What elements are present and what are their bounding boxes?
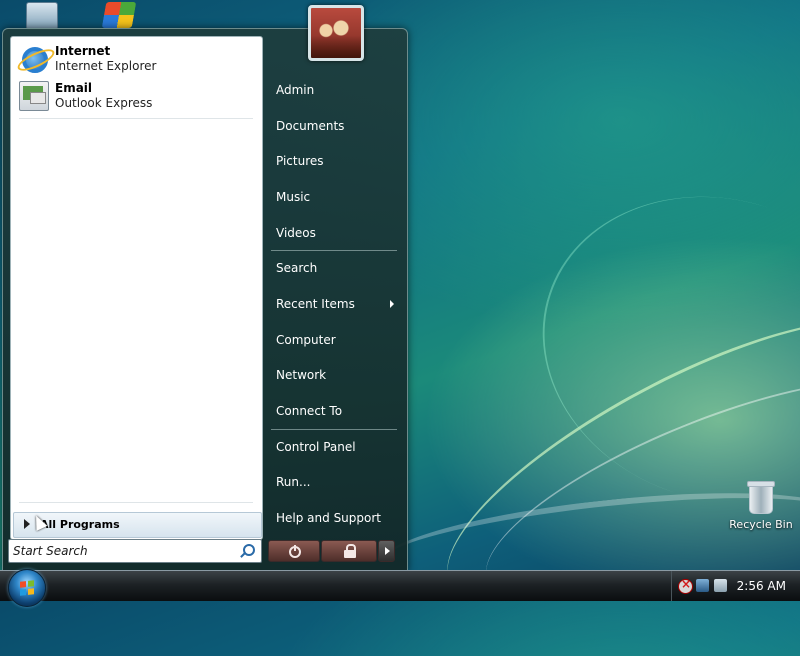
menu-item-pictures[interactable]: Pictures bbox=[270, 144, 398, 178]
menu-item-recent-items[interactable]: Recent Items bbox=[270, 287, 398, 321]
desktop-shortcut-icon[interactable] bbox=[26, 2, 58, 30]
pinned-item-title: Email bbox=[55, 81, 93, 95]
outlook-express-icon bbox=[19, 81, 49, 111]
lock-icon bbox=[344, 544, 356, 558]
menu-item-run[interactable]: Run... bbox=[270, 465, 398, 499]
menu-item-admin[interactable]: Admin bbox=[270, 73, 398, 107]
menu-item-network[interactable]: Network bbox=[270, 358, 398, 392]
start-search-box[interactable] bbox=[8, 539, 262, 563]
pinned-item-title: Internet bbox=[55, 44, 111, 58]
windows-flag-icon bbox=[20, 580, 34, 596]
menu-item-help-and-support[interactable]: Help and Support bbox=[270, 501, 398, 535]
menu-item-search[interactable]: Search bbox=[270, 251, 398, 285]
search-icon[interactable] bbox=[243, 544, 255, 556]
pinned-item-subtitle: Outlook Express bbox=[55, 96, 153, 110]
pinned-item-email[interactable]: Email Outlook Express bbox=[15, 78, 255, 112]
menu-item-videos[interactable]: Videos bbox=[270, 216, 398, 250]
menu-item-music[interactable]: Music bbox=[270, 180, 398, 214]
menu-item-computer[interactable]: Computer bbox=[270, 323, 398, 357]
system-tray: 2:56 AM bbox=[671, 571, 800, 601]
shutdown-options-button[interactable] bbox=[378, 540, 395, 562]
pinned-item-internet[interactable]: Internet Internet Explorer bbox=[15, 41, 255, 75]
network-icon[interactable] bbox=[696, 579, 709, 592]
start-search-input[interactable] bbox=[11, 541, 237, 561]
recycle-bin-icon bbox=[747, 481, 775, 514]
internet-explorer-icon bbox=[22, 47, 48, 73]
power-icon bbox=[289, 545, 301, 558]
all-programs-button[interactable]: All Programs bbox=[13, 512, 262, 538]
power-buttons bbox=[268, 540, 395, 562]
power-button[interactable] bbox=[268, 540, 320, 562]
recycle-bin[interactable]: Recycle Bin bbox=[726, 481, 796, 531]
pinned-item-subtitle: Internet Explorer bbox=[55, 59, 157, 73]
menu-item-label: Recent Items bbox=[276, 297, 355, 311]
recycle-bin-label: Recycle Bin bbox=[729, 518, 793, 531]
start-button[interactable] bbox=[8, 569, 46, 607]
submenu-arrow-icon bbox=[390, 300, 394, 308]
lock-button[interactable] bbox=[321, 540, 377, 562]
menu-item-documents[interactable]: Documents bbox=[270, 109, 398, 143]
menu-item-connect-to[interactable]: Connect To bbox=[270, 394, 398, 428]
volume-icon[interactable] bbox=[714, 579, 727, 592]
taskbar: 2:56 AM bbox=[0, 569, 800, 607]
start-menu: Internet Internet Explorer Email Outlook… bbox=[2, 5, 408, 572]
menu-item-control-panel[interactable]: Control Panel bbox=[270, 430, 398, 464]
user-picture[interactable] bbox=[308, 5, 364, 61]
clock[interactable]: 2:56 AM bbox=[737, 579, 786, 593]
expand-arrow-icon bbox=[24, 519, 30, 529]
windows-logo-shortcut-icon[interactable] bbox=[101, 2, 137, 28]
pinned-separator bbox=[19, 118, 253, 119]
arrow-right-icon bbox=[385, 547, 390, 555]
all-programs-label: All Programs bbox=[40, 518, 120, 531]
all-programs-separator bbox=[19, 502, 253, 503]
start-menu-left-pane: Internet Internet Explorer Email Outlook… bbox=[10, 36, 263, 540]
security-alert-icon[interactable] bbox=[678, 577, 693, 594]
